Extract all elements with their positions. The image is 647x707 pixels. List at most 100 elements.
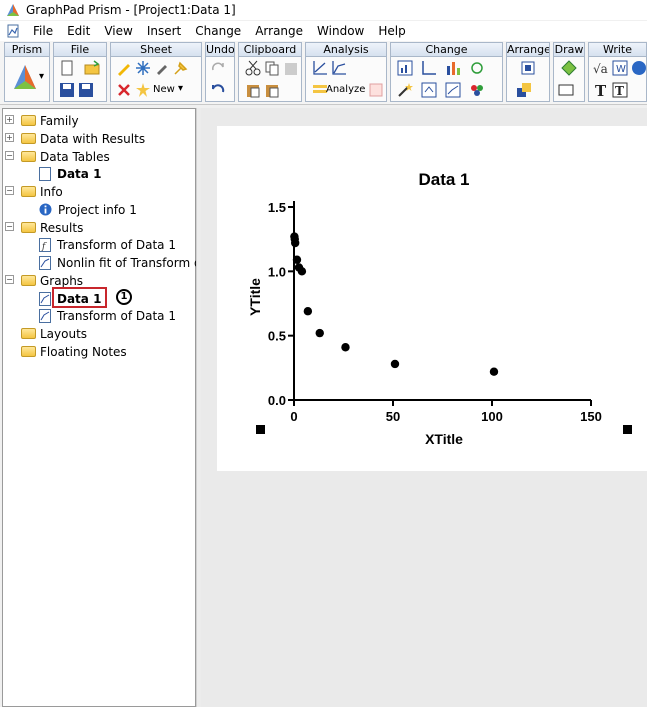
pin-icon[interactable] (173, 60, 189, 76)
menu-bar: File Edit View Insert Change Arrange Win… (0, 21, 647, 41)
data-point[interactable] (390, 359, 400, 369)
axes-icon[interactable] (421, 60, 437, 76)
data-point[interactable] (292, 255, 302, 264)
ribbon-group-title: Draw (554, 43, 584, 57)
analyze-graph-icon[interactable] (312, 60, 328, 76)
collapse-icon[interactable]: − (5, 186, 14, 195)
tree-item-nonlin-fit[interactable]: Nonlin fit of Transform of (39, 254, 206, 271)
redo-icon[interactable] (210, 60, 226, 76)
expand-icon[interactable]: + (5, 115, 14, 124)
word-object-icon[interactable]: W (612, 60, 628, 76)
edit-pencil-icon[interactable] (116, 60, 132, 76)
expand-icon[interactable]: + (5, 133, 14, 142)
format-axes-icon[interactable] (445, 82, 461, 98)
prism-menu-icon[interactable] (12, 63, 38, 93)
delete-icon[interactable] (116, 82, 132, 98)
copy-icon[interactable] (264, 60, 280, 76)
draw-rectangle-icon[interactable] (558, 82, 574, 98)
tree-item-layouts[interactable]: Layouts (21, 325, 87, 342)
data-point[interactable] (290, 238, 300, 248)
text-icon[interactable]: T (593, 82, 609, 98)
menu-help[interactable]: Help (371, 24, 412, 38)
magic-wand-icon[interactable] (397, 82, 413, 98)
menu-file[interactable]: File (26, 24, 60, 38)
tree-item-data-with-results[interactable]: Data with Results (21, 130, 145, 147)
tree-item-data-tables[interactable]: Data Tables (21, 148, 110, 165)
paste-icon[interactable] (245, 82, 261, 98)
snowflake-icon[interactable] (135, 60, 151, 76)
selection-handle-right[interactable] (623, 425, 632, 434)
folder-icon (21, 151, 36, 162)
menu-insert[interactable]: Insert (140, 24, 188, 38)
chevron-down-icon[interactable]: ▾ (39, 71, 44, 82)
results-table-icon[interactable] (368, 82, 384, 98)
text-box-icon[interactable]: T (612, 82, 628, 98)
fit-curve-icon[interactable] (331, 60, 347, 76)
y-axis-title[interactable]: YTitle (247, 278, 263, 316)
tree-item-label: Floating Notes (40, 344, 127, 359)
tree-item-info[interactable]: Info (21, 183, 63, 200)
tree-item-transform-results[interactable]: f Transform of Data 1 (39, 236, 176, 253)
chart-title[interactable]: Data 1 (418, 170, 469, 189)
x-axis-title[interactable]: XTitle (425, 431, 463, 447)
menu-change[interactable]: Change (188, 24, 248, 38)
dropper-icon[interactable] (154, 60, 170, 76)
draw-shape-icon[interactable] (561, 60, 577, 76)
format-graph-icon[interactable] (421, 82, 437, 98)
save-icon[interactable] (59, 82, 75, 98)
new-sheet-label[interactable]: New (153, 84, 175, 95)
align-icon[interactable] (520, 60, 536, 76)
bar-chart-icon[interactable] (445, 60, 461, 76)
tree-item-data-table-data-1[interactable]: Data 1 (39, 165, 101, 182)
chevron-down-icon[interactable]: ▾ (178, 83, 183, 94)
collapse-icon[interactable]: − (5, 222, 14, 231)
svg-text:T: T (595, 82, 607, 98)
undo-icon[interactable] (210, 82, 226, 98)
x-tick-label: 0 (290, 409, 297, 424)
bring-to-front-icon[interactable] (516, 82, 532, 98)
save-as-icon[interactable] (78, 82, 94, 98)
tree-item-results[interactable]: Results (21, 219, 83, 236)
open-folder-icon[interactable] (84, 60, 100, 76)
data-point[interactable] (315, 328, 324, 338)
tree-item-family[interactable]: Family (21, 112, 79, 129)
new-file-icon[interactable] (59, 60, 75, 76)
svg-text:√a: √a (593, 62, 608, 76)
scatter-chart[interactable]: Data 1 YTitle XTitle 0 50 100 150 0.0 0.5 1.0 1… (217, 126, 647, 471)
tree-item-label: Transform of Data 1 (57, 308, 176, 323)
tree-item-label: Layouts (40, 326, 88, 341)
toolbar-ribbon: Prism ▾ File Sheet New ▾ Undo Clipboard … (0, 41, 647, 105)
paste-link-icon[interactable] (264, 82, 280, 98)
change-graph-type-icon[interactable] (397, 60, 413, 76)
paste-special-icon[interactable] (283, 60, 299, 76)
y-tick-label: 0.0 (268, 393, 286, 408)
menu-view[interactable]: View (97, 24, 139, 38)
equation-icon[interactable]: √a (593, 60, 609, 76)
info-icon[interactable] (631, 60, 647, 76)
ribbon-group-title: Change (391, 43, 502, 57)
data-point[interactable] (489, 367, 499, 376)
collapse-icon[interactable]: − (5, 275, 14, 284)
tree-item-label: Data 1 (57, 166, 102, 181)
tree-item-label: Transform of Data 1 (57, 237, 176, 252)
data-point[interactable] (297, 267, 307, 276)
new-sheet-icon[interactable] (135, 82, 151, 98)
menu-arrange[interactable]: Arrange (248, 24, 310, 38)
selection-handle-left[interactable] (256, 425, 265, 434)
rotate-icon[interactable] (469, 60, 485, 76)
analyze-button-label[interactable]: Analyze (326, 84, 365, 95)
menu-window[interactable]: Window (310, 24, 371, 38)
menu-edit[interactable]: Edit (60, 24, 97, 38)
document-icon[interactable] (6, 24, 20, 38)
data-point[interactable] (341, 343, 350, 352)
folder-icon (21, 222, 36, 233)
folder-icon (21, 115, 36, 126)
collapse-icon[interactable]: − (5, 151, 14, 160)
tree-item-project-info-1[interactable]: Project info 1 (39, 201, 137, 218)
ribbon-group-title: File (54, 43, 106, 57)
tree-item-floating-notes[interactable]: Floating Notes (21, 343, 127, 360)
color-scheme-icon[interactable] (469, 82, 485, 98)
cut-icon[interactable] (245, 60, 261, 76)
data-point[interactable] (303, 307, 313, 316)
tree-item-graph-transform[interactable]: Transform of Data 1 (39, 307, 176, 324)
